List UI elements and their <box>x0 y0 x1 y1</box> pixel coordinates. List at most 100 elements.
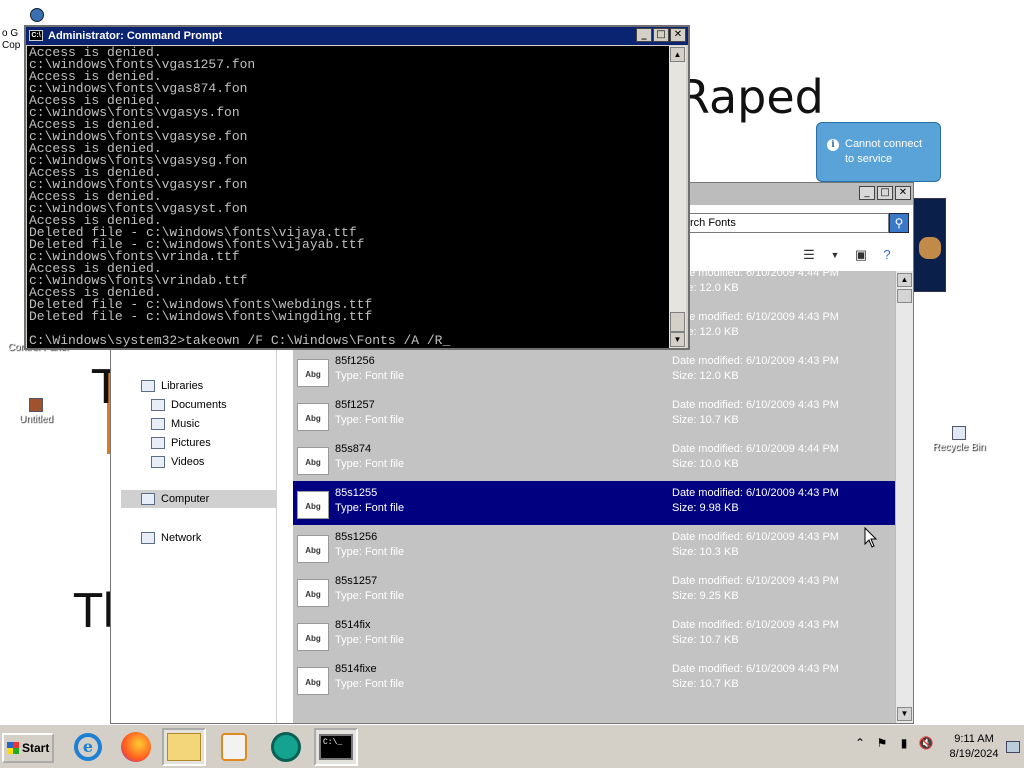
scroll-down-arrow-icon[interactable]: ▼ <box>897 707 912 721</box>
taskbar-firefox[interactable] <box>114 728 158 766</box>
system-tray: ⌃ ⚑ ▮ 🔇 <box>852 735 934 751</box>
taskbar-internet-explorer[interactable]: e <box>66 728 110 766</box>
network-icon <box>141 532 155 544</box>
file-date-modified: Date modified: 6/10/2009 4:44 PM <box>672 271 839 279</box>
minimize-button[interactable]: _ <box>859 186 875 200</box>
file-name: 85s1256 <box>335 531 378 543</box>
volume-muted-icon[interactable]: 🔇 <box>918 735 934 751</box>
maximize-button[interactable]: □ <box>877 186 893 200</box>
power-icon[interactable]: ▮ <box>896 735 912 751</box>
clock-time: 9:11 AM <box>954 733 994 745</box>
scrollbar-thumb[interactable] <box>670 312 685 332</box>
command-prompt-titlebar[interactable]: C:\ Administrator: Command Prompt _ □ ✕ <box>26 27 688 45</box>
font-file-icon: Abg <box>297 359 329 387</box>
nav-item-music[interactable]: Music <box>151 415 200 433</box>
file-row[interactable]: Abg 85s1256 Type: Font file Date modified: … <box>293 525 895 569</box>
network-status-icon[interactable] <box>1006 741 1020 753</box>
nav-item-label: Music <box>171 418 200 430</box>
notification-balloon[interactable]: i Cannot connect to service <box>816 122 941 182</box>
console-line: Deleted file - c:\windows\fonts\wingding… <box>29 309 373 324</box>
file-name: 8514fix <box>335 619 371 631</box>
file-type: Type: Font file <box>335 458 405 470</box>
file-size: Size: 10.3 KB <box>672 546 739 558</box>
file-row[interactable]: Abg 85s1257 Type: Font file Date modified: … <box>293 569 895 613</box>
file-row[interactable]: Abg 85s874 Type: Font file Date modified: 6… <box>293 437 895 481</box>
file-type: Type: Font file <box>335 414 405 426</box>
file-date-modified: Date modified: 6/10/2009 4:43 PM <box>672 531 839 543</box>
file-row[interactable]: Abg 85s1255 Type: Font file Date modified: … <box>293 481 895 525</box>
command-prompt-window[interactable]: C:\ Administrator: Command Prompt _ □ ✕ … <box>24 25 690 350</box>
font-file-icon: Abg <box>297 623 329 651</box>
desktop-shortcut-icon[interactable] <box>30 8 44 22</box>
close-button[interactable]: ✕ <box>895 186 911 200</box>
file-size: Size: 12.0 KB <box>672 370 739 382</box>
view-options-icon[interactable]: ☰ <box>801 247 817 263</box>
file-type: Type: Font file <box>335 502 405 514</box>
search-icon[interactable]: ⚲ <box>889 213 909 233</box>
command-prompt-icon: C:\_ <box>319 734 353 760</box>
file-row[interactable]: Abg 85f1256 Type: Font file Date modified: … <box>293 349 895 393</box>
close-button[interactable]: ✕ <box>670 28 686 42</box>
file-date-modified: Date modified: 6/10/2009 4:43 PM <box>672 575 839 587</box>
show-hidden-icons-icon[interactable]: ⌃ <box>852 735 868 751</box>
search-input[interactable]: rch Fonts <box>683 213 889 233</box>
taskbar-command-prompt[interactable]: C:\_ <box>314 728 358 766</box>
file-row[interactable]: Abg 8514fix Type: Font file Date modified: … <box>293 613 895 657</box>
nav-item-label: Network <box>161 532 202 544</box>
media-preview-window[interactable] <box>912 198 946 292</box>
file-type: Type: Font file <box>335 634 405 646</box>
file-name: 85f1256 <box>335 355 375 367</box>
nav-item-computer[interactable]: Computer <box>121 490 277 508</box>
font-file-icon: Abg <box>297 447 329 475</box>
recycle-bin-icon <box>952 426 966 440</box>
scroll-up-arrow-icon[interactable]: ▲ <box>897 273 912 287</box>
scroll-down-arrow-icon[interactable]: ▼ <box>670 332 685 347</box>
nav-item-videos[interactable]: Videos <box>151 453 204 471</box>
nav-item-documents[interactable]: Documents <box>151 396 227 414</box>
scrollbar-thumb[interactable] <box>897 289 912 303</box>
maximize-button[interactable]: □ <box>653 28 669 42</box>
font-file-icon: Abg <box>297 579 329 607</box>
console-output[interactable]: Access is denied. c:\windows\fonts\vgas12… <box>27 46 669 348</box>
taskbar-windows-explorer[interactable] <box>162 728 206 766</box>
taskbar-chat-app[interactable] <box>264 728 308 766</box>
file-date-modified: Date modified: 6/10/2009 4:43 PM <box>672 311 839 323</box>
nav-item-libraries[interactable]: Libraries <box>141 377 203 395</box>
nav-item-label: Libraries <box>161 380 204 392</box>
start-button[interactable]: Start <box>2 733 54 763</box>
file-type: Type: Font file <box>335 678 405 690</box>
file-size: Size: 10.0 KB <box>672 458 739 470</box>
help-icon[interactable]: ? <box>879 247 895 263</box>
file-list-scrollbar[interactable]: ▲ ▼ <box>895 271 913 723</box>
console-line: C:\Windows\system32>takeown /F C:\Window… <box>29 333 451 348</box>
file-row[interactable]: Abg 8514fixe Type: Font file Date modified:… <box>293 657 895 701</box>
balloon-text-line1: Cannot connect <box>845 138 923 150</box>
recycle-bin-label: Recycle Bin <box>932 442 986 453</box>
documents-icon <box>151 399 165 411</box>
file-row[interactable]: Abg 85f1257 Type: Font file Date modified: … <box>293 393 895 437</box>
console-scrollbar[interactable]: ▲ ▼ <box>669 46 686 348</box>
file-size: Size: 10.7 KB <box>672 678 739 690</box>
font-file-icon: Abg <box>297 403 329 431</box>
file-size: Size: 9.98 KB <box>672 502 739 514</box>
clock-date: 8/19/2024 <box>949 748 999 760</box>
system-clock[interactable]: 9:11 AM 8/19/2024 <box>940 732 1008 762</box>
computer-icon <box>141 493 155 505</box>
firefox-icon <box>121 732 151 762</box>
nav-item-network[interactable]: Network <box>141 529 201 547</box>
taskbar-media-player[interactable] <box>212 728 256 766</box>
start-label: Start <box>22 741 50 755</box>
minimize-button[interactable]: _ <box>636 28 652 42</box>
preview-pane-icon[interactable]: ▣ <box>853 247 869 263</box>
desktop-icon-untitled[interactable]: Untitled <box>8 398 64 425</box>
internet-explorer-icon: e <box>74 733 102 761</box>
chevron-down-icon[interactable]: ▼ <box>827 247 843 263</box>
desktop-icon-recycle-bin[interactable]: Recycle Bin <box>924 426 994 453</box>
nav-item-pictures[interactable]: Pictures <box>151 434 211 452</box>
scroll-up-arrow-icon[interactable]: ▲ <box>670 47 685 62</box>
image-file-icon <box>29 398 43 412</box>
info-icon: i <box>827 139 839 151</box>
action-center-flag-icon[interactable]: ⚑ <box>874 735 890 751</box>
file-size: Size: 10.7 KB <box>672 634 739 646</box>
font-file-icon: Abg <box>297 667 329 695</box>
